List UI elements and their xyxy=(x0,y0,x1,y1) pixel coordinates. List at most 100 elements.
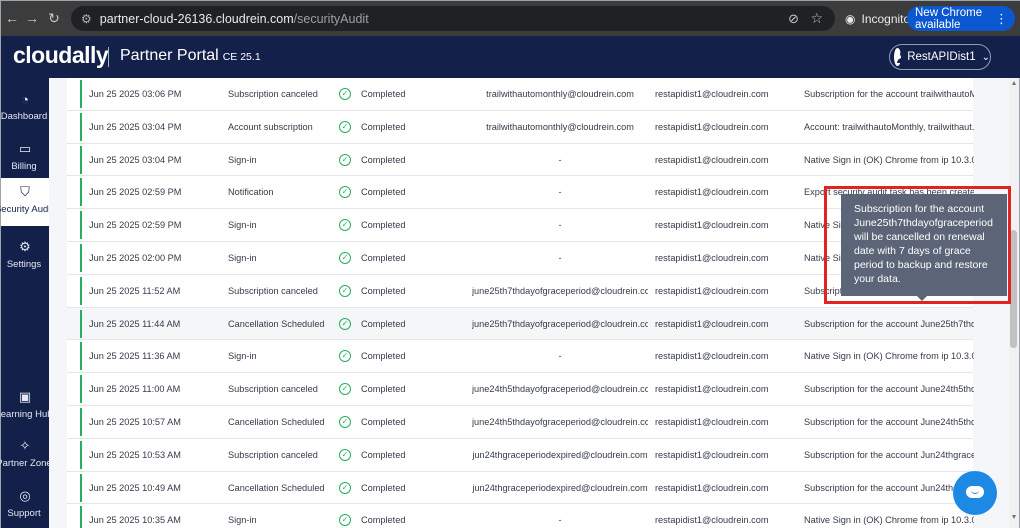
cell-status: ✓ Completed xyxy=(339,373,439,405)
site-settings-icon[interactable]: ⚙ xyxy=(81,12,92,26)
sidebar-item-support[interactable]: ◎ Support xyxy=(1,482,49,528)
cell-description[interactable]: Subscription for the account June25th7th… xyxy=(804,308,974,340)
scroll-down-icon[interactable]: ▼ xyxy=(1009,514,1019,521)
status-bar xyxy=(80,506,82,528)
sidebar-item-learning-hub[interactable]: ▣ Learning Hub xyxy=(0,383,53,429)
status-bar xyxy=(80,407,82,436)
cell-description[interactable]: Subscription for the account trailwithau… xyxy=(804,78,974,110)
cell-description[interactable]: Native Sign in (OK) Chrome from ip 10.3.… xyxy=(804,144,974,176)
cell-account: june25th7thdayofgraceperiod@cloudrein.co… xyxy=(472,285,648,296)
cell-description[interactable]: Subscription for the account Jun24thgrac… xyxy=(804,439,974,471)
table-row[interactable]: Jun 25 2025 11:44 AM Cancellation Schedul… xyxy=(67,307,974,341)
cell-status: ✓ Completed xyxy=(339,472,439,504)
cell-status: ✓ Completed xyxy=(339,144,439,176)
cell-date: Jun 25 2025 03:04 PM xyxy=(89,121,182,132)
cell-status: ✓ Completed xyxy=(339,504,439,528)
cell-date: Jun 25 2025 11:36 AM xyxy=(89,351,181,362)
tooltip-text: Subscription for the account June25th7th… xyxy=(854,203,993,285)
cell-description[interactable]: Native Sign in (OK) Chrome from ip 10.3.… xyxy=(804,340,974,372)
status-bar xyxy=(80,80,82,108)
cell-description[interactable]: Subscription for the account June24th5th… xyxy=(804,373,974,405)
app-header: cloudally Partner Portal CE 25.1 RestAPID… xyxy=(1,36,1020,78)
cell-user: restapidist1@cloudrein.com xyxy=(655,187,769,198)
cell-activity: Subscription canceled xyxy=(228,449,318,460)
cell-status: ✓ Completed xyxy=(339,209,439,241)
back-icon[interactable]: ← xyxy=(1,7,23,29)
billing-icon: ▭ xyxy=(18,141,32,156)
cell-description[interactable]: Subscription for the account June24th5th… xyxy=(804,406,974,438)
cell-date: Jun 25 2025 02:59 PM xyxy=(89,187,182,198)
status-bar xyxy=(80,211,82,240)
check-circle-icon: ✓ xyxy=(339,415,351,428)
cell-date: Jun 25 2025 03:04 PM xyxy=(89,154,182,165)
incognito-icon: ◉ xyxy=(845,11,856,26)
cell-user: restapidist1@cloudrein.com xyxy=(655,89,769,99)
table-row[interactable]: Jun 25 2025 10:49 AM Cancellation Schedul… xyxy=(67,472,974,505)
cell-user: restapidist1@cloudrein.com xyxy=(655,154,769,165)
sidebar-item-billing[interactable]: ▭ Billing xyxy=(1,135,49,181)
cell-activity: Subscription canceled xyxy=(228,384,318,395)
cell-activity: Sign-in xyxy=(228,252,257,263)
status-bar xyxy=(80,145,82,174)
portal-title-text: Partner Portal xyxy=(120,47,219,64)
table-row[interactable]: Jun 25 2025 10:35 AM Sign-in ✓ Completed - re… xyxy=(67,504,974,528)
sidebar-item-settings[interactable]: ⚙ Settings xyxy=(1,233,49,279)
cell-user: restapidist1@cloudrein.com xyxy=(655,285,769,296)
reload-icon[interactable]: ↻ xyxy=(43,7,65,29)
bookmark-star-icon[interactable]: ☆ xyxy=(810,10,823,27)
scroll-up-icon[interactable]: ▲ xyxy=(1009,80,1019,87)
chat-button[interactable] xyxy=(953,471,997,515)
scrollbar-thumb[interactable] xyxy=(1010,230,1017,348)
cell-user: restapidist1@cloudrein.com xyxy=(655,318,769,329)
browser-toolbar: ← → ↻ ⚙ partner-cloud-26136.cloudrein.co… xyxy=(1,1,1020,36)
cell-description[interactable]: Account: trailwithautoMonthly, trailwith… xyxy=(804,111,974,143)
table-row[interactable]: Jun 25 2025 03:06 PM Subscription cancele… xyxy=(67,78,974,111)
cell-activity: Cancellation Scheduled xyxy=(228,482,325,493)
table-row[interactable]: Jun 25 2025 11:00 AM Subscription cancele… xyxy=(67,373,974,406)
eye-slash-icon[interactable]: ⊘ xyxy=(788,11,799,27)
sidebar-item-security-audit[interactable]: ⛉ Security Audit xyxy=(0,178,53,226)
cell-user: restapidist1@cloudrein.com xyxy=(655,416,769,427)
cloudally-logo[interactable]: cloudally xyxy=(13,42,109,69)
status-label: Completed xyxy=(361,416,406,427)
cell-user: restapidist1@cloudrein.com xyxy=(655,220,769,231)
cell-description[interactable]: Subscription for the account Jun24thgrac… xyxy=(804,472,974,504)
cell-account: - xyxy=(558,220,562,231)
incognito-indicator[interactable]: ◉ Incognito xyxy=(837,6,918,31)
status-label: Completed xyxy=(361,285,406,296)
status-label: Completed xyxy=(361,252,406,263)
cell-description[interactable]: Native Sign in (OK) Chrome from ip 10.3.… xyxy=(804,504,974,528)
sidebar: ◔ Dashboard ▭ Billing ⛉ Security Audit ⚙… xyxy=(0,78,53,528)
cell-date: Jun 25 2025 02:59 PM xyxy=(89,220,182,231)
sidebar-item-partner-zone[interactable]: ✧ Partner Zone xyxy=(0,432,52,478)
sidebar-item-dashboard[interactable]: ◔ Dashboard xyxy=(1,86,49,132)
address-bar[interactable]: ⚙ partner-cloud-26136.cloudrein.com/secu… xyxy=(71,6,835,31)
cell-user: restapidist1@cloudrein.com xyxy=(655,384,769,395)
cell-account: june24th5thdayofgraceperiod@cloudrein.co… xyxy=(472,384,648,395)
check-circle-icon: ✓ xyxy=(339,120,351,133)
cell-activity: Account subscription xyxy=(228,121,313,132)
portal-title: Partner Portal CE 25.1 xyxy=(120,47,261,65)
status-label: Completed xyxy=(361,515,406,526)
status-bar xyxy=(80,473,82,502)
cell-user: restapidist1@cloudrein.com xyxy=(655,351,769,362)
check-circle-icon: ✓ xyxy=(339,481,351,494)
table-row[interactable]: Jun 25 2025 03:04 PM Sign-in ✓ Completed - re… xyxy=(67,144,974,177)
cell-user: restapidist1@cloudrein.com xyxy=(655,121,769,132)
status-bar xyxy=(80,276,82,305)
check-circle-icon: ✓ xyxy=(339,514,351,527)
chrome-update-button[interactable]: New Chrome available ⋮ xyxy=(907,6,1015,31)
incognito-label: Incognito xyxy=(861,11,911,26)
cell-account: jun24thgraceperiodexpired@cloudrein.com xyxy=(472,482,648,493)
table-row[interactable]: Jun 25 2025 10:53 AM Subscription cancele… xyxy=(67,439,974,472)
cell-date: Jun 25 2025 11:52 AM xyxy=(89,285,181,296)
user-menu-button[interactable]: RestAPIDist1 ⌄ xyxy=(889,44,991,70)
table-row[interactable]: Jun 25 2025 11:36 AM Sign-in ✓ Completed - re… xyxy=(67,340,974,374)
kebab-menu-icon[interactable]: ⋮ xyxy=(995,11,1008,27)
forward-icon[interactable]: → xyxy=(21,7,43,29)
check-circle-icon: ✓ xyxy=(339,219,351,232)
check-circle-icon: ✓ xyxy=(339,350,351,363)
gear-icon: ⚙ xyxy=(19,239,31,254)
table-row[interactable]: Jun 25 2025 03:04 PM Account subscription… xyxy=(67,111,974,144)
table-row[interactable]: Jun 25 2025 10:57 AM Cancellation Schedul… xyxy=(67,406,974,439)
